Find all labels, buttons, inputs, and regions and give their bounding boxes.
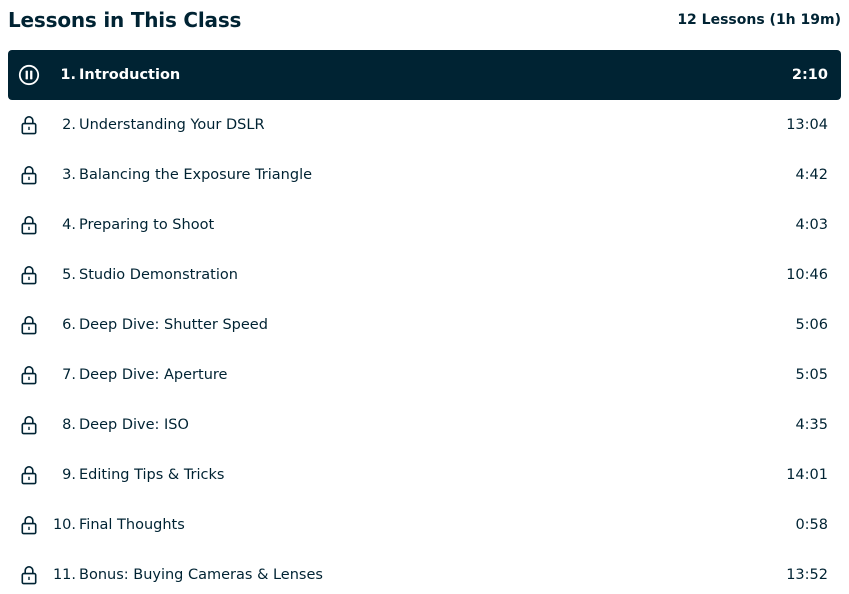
lessons-panel: Lessons in This Class 12 Lessons (1h 19m… <box>0 0 849 594</box>
lesson-row-9[interactable]: 9. Editing Tips & Tricks 14:01 <box>8 450 841 500</box>
lock-icon <box>9 165 49 185</box>
section-title: Lessons in This Class <box>8 8 242 32</box>
lesson-row-11[interactable]: 11. Bonus: Buying Cameras & Lenses 13:52 <box>8 550 841 594</box>
lesson-title: 5. Studio Demonstration <box>62 267 238 283</box>
lesson-duration: 14:01 <box>786 467 828 483</box>
lesson-row-7[interactable]: 7. Deep Dive: Aperture 5:05 <box>8 350 841 400</box>
lock-icon <box>9 315 49 335</box>
lesson-title: 2. Understanding Your DSLR <box>62 117 265 133</box>
lesson-title: 7. Deep Dive: Aperture <box>62 367 228 383</box>
lesson-row-3[interactable]: 3. Balancing the Exposure Triangle 4:42 <box>8 150 841 200</box>
lessons-header: Lessons in This Class 12 Lessons (1h 19m… <box>8 0 841 40</box>
lesson-title: 1. Introduction <box>60 67 181 83</box>
lesson-duration: 4:42 <box>795 167 828 183</box>
lessons-summary: 12 Lessons (1h 19m) <box>677 12 841 28</box>
lesson-list: 1. Introduction 2:10 2. Understanding Your… <box>8 50 841 594</box>
lesson-row-1[interactable]: 1. Introduction 2:10 <box>8 50 841 100</box>
lock-icon <box>9 415 49 435</box>
lesson-row-10[interactable]: 10. Final Thoughts 0:58 <box>8 500 841 550</box>
lesson-row-2[interactable]: 2. Understanding Your DSLR 13:04 <box>8 100 841 150</box>
lock-icon <box>9 115 49 135</box>
lesson-title: 10. Final Thoughts <box>52 517 185 533</box>
lesson-duration: 13:52 <box>786 567 828 583</box>
lesson-title: 11. Bonus: Buying Cameras & Lenses <box>52 567 323 583</box>
lesson-duration: 4:35 <box>795 417 828 433</box>
lesson-title: 9. Editing Tips & Tricks <box>62 467 225 483</box>
lesson-title: 3. Balancing the Exposure Triangle <box>62 167 313 183</box>
lesson-title: 8. Deep Dive: ISO <box>62 417 189 433</box>
lesson-duration: 10:46 <box>786 267 828 283</box>
lock-icon <box>9 515 49 535</box>
lesson-duration: 2:10 <box>791 67 828 83</box>
lesson-row-6[interactable]: 6. Deep Dive: Shutter Speed 5:06 <box>8 300 841 350</box>
lock-icon <box>9 265 49 285</box>
lesson-row-5[interactable]: 5. Studio Demonstration 10:46 <box>8 250 841 300</box>
lesson-title: 4. Preparing to Shoot <box>62 217 215 233</box>
lock-icon <box>9 365 49 385</box>
lesson-row-4[interactable]: 4. Preparing to Shoot 4:03 <box>8 200 841 250</box>
lesson-duration: 13:04 <box>786 117 828 133</box>
lesson-row-8[interactable]: 8. Deep Dive: ISO 4:35 <box>8 400 841 450</box>
lesson-duration: 5:05 <box>795 367 828 383</box>
lesson-duration: 5:06 <box>795 317 828 333</box>
lesson-duration: 0:58 <box>795 517 828 533</box>
lock-icon <box>9 565 49 585</box>
lock-icon <box>9 465 49 485</box>
lesson-title: 6. Deep Dive: Shutter Speed <box>62 317 268 333</box>
pause-icon[interactable] <box>9 64 49 86</box>
lesson-duration: 4:03 <box>795 217 828 233</box>
lock-icon <box>9 215 49 235</box>
